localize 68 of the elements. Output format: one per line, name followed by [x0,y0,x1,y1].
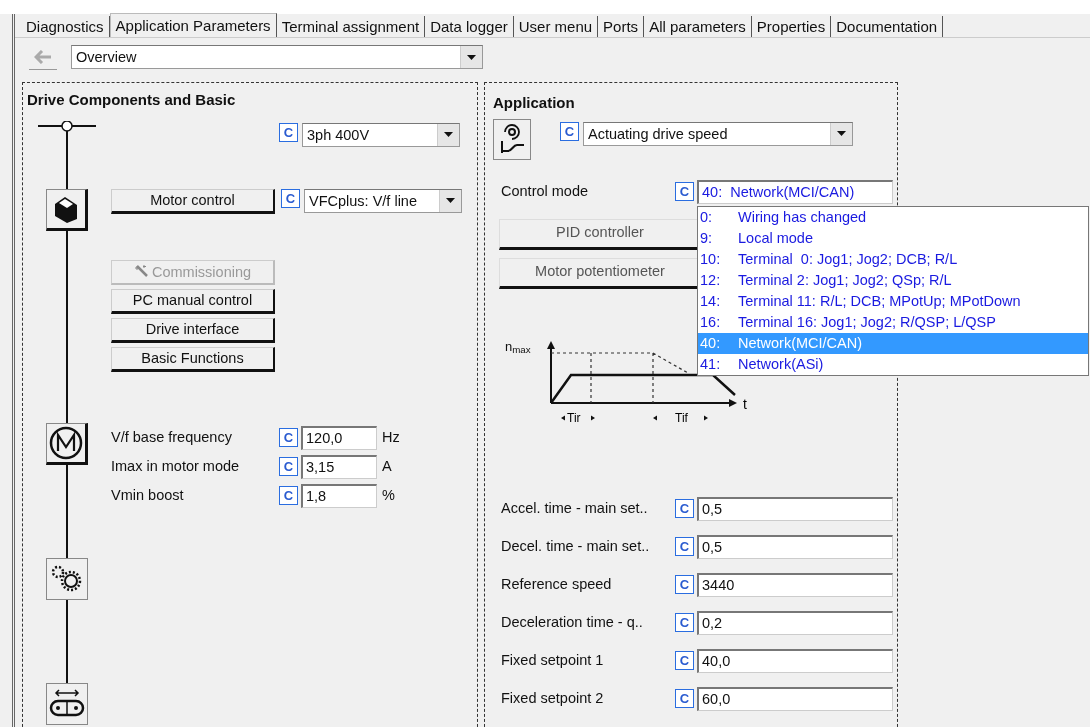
mode-dropdown[interactable]: Actuating drive speed [583,121,853,146]
flag-label: C [560,121,579,141]
axis-label: n$_{max}$ [505,339,531,353]
field-label: Decel. time - main set.. [501,536,651,556]
unit-label: A [382,456,392,476]
flag-label: C [675,537,694,556]
motor-icon[interactable] [46,422,88,465]
control-mode-dropdown[interactable]: 40: Network(MCI/CAN) [697,179,893,204]
motor-control-dropdown[interactable]: VFCplus: V/f line [304,188,462,213]
speed-curve-icon[interactable] [493,118,531,160]
dropdown-option[interactable]: 16: Terminal 16: Jog1; Jog2; R/QSP; L/QSP [698,311,1088,333]
inverter-icon[interactable] [46,188,88,231]
flag-label: C [675,182,694,201]
view-dropdown[interactable]: Overview [71,45,483,69]
field-label: Fixed setpoint 1 [501,650,605,670]
flag-label: C [279,122,298,142]
dropdown-option[interactable]: 10: Terminal 0: Jog1; Jog2; DCB; R/L [698,248,1088,270]
range-label: Tif [675,410,688,425]
flag-label: C [675,499,694,518]
tab[interactable]: Application Parameters [109,13,277,37]
dropdown-option[interactable]: 14: Terminal 11: R/L; DCB; MPotUp; MPotDown [698,290,1088,312]
value-field[interactable]: 0,5 [697,496,893,521]
field-label: Vmin boost [111,485,185,505]
unit-label: Hz [382,427,400,447]
action-button[interactable]: Basic Functions [111,346,275,372]
gears-icon[interactable] [46,557,88,600]
panel-title: Drive Components and Basic [26,90,237,110]
conveyor-icon[interactable] [46,682,88,725]
value-field[interactable]: 3,15 [301,454,377,479]
flag-label: C [675,651,694,670]
flag-label: C [279,486,298,505]
dropdown-option[interactable]: 12: Terminal 2: Jog1; Jog2; QSp; R/L [698,269,1088,291]
action-button[interactable]: Drive interface [111,317,275,343]
field-label: Reference speed [501,574,613,594]
flag-label: C [279,457,298,476]
caret-icon [446,198,455,203]
caret-icon [467,54,476,60]
flag-label: C [675,689,694,708]
value-field[interactable]: 120,0 [301,425,377,450]
value-field[interactable]: 0,5 [697,534,893,559]
caret-icon [837,131,846,136]
dropdown-option[interactable]: 41: Network(ASi) [698,353,1088,375]
value-field[interactable]: 40,0 [697,648,893,673]
unit-label: % [382,485,395,505]
value-field[interactable]: 60,0 [697,686,893,711]
flag-label: C [675,575,694,594]
field-label: Imax in motor mode [111,456,241,476]
field-label: V/f base frequency [111,427,233,447]
dropdown-option[interactable]: 0: Wiring has changed [698,206,1088,228]
back-arrow-icon [34,49,52,64]
supply-dropdown[interactable]: 3ph 400V [302,122,460,147]
flag-label: C [675,613,694,632]
panel-title: Application [492,93,576,113]
flag-label: C [279,428,298,447]
field-label: Accel. time - main set.. [501,498,649,518]
value-field[interactable]: 1,8 [301,483,377,508]
dropdown-option[interactable]: 9: Local mode [698,227,1088,249]
caret-icon [444,132,453,137]
range-label: Tir [567,410,581,425]
field-label: Deceleration time - q.. [501,612,644,632]
value-field[interactable]: 0,2 [697,610,893,635]
field-label: Control mode [501,181,590,201]
motor-control-button[interactable]: Motor control [111,188,275,214]
axis-label: t [743,395,747,412]
flag-label: C [281,188,300,208]
action-button[interactable]: PC manual control [111,288,275,314]
field-label: Fixed setpoint 2 [501,688,605,708]
value-field[interactable]: 3440 [697,572,893,597]
